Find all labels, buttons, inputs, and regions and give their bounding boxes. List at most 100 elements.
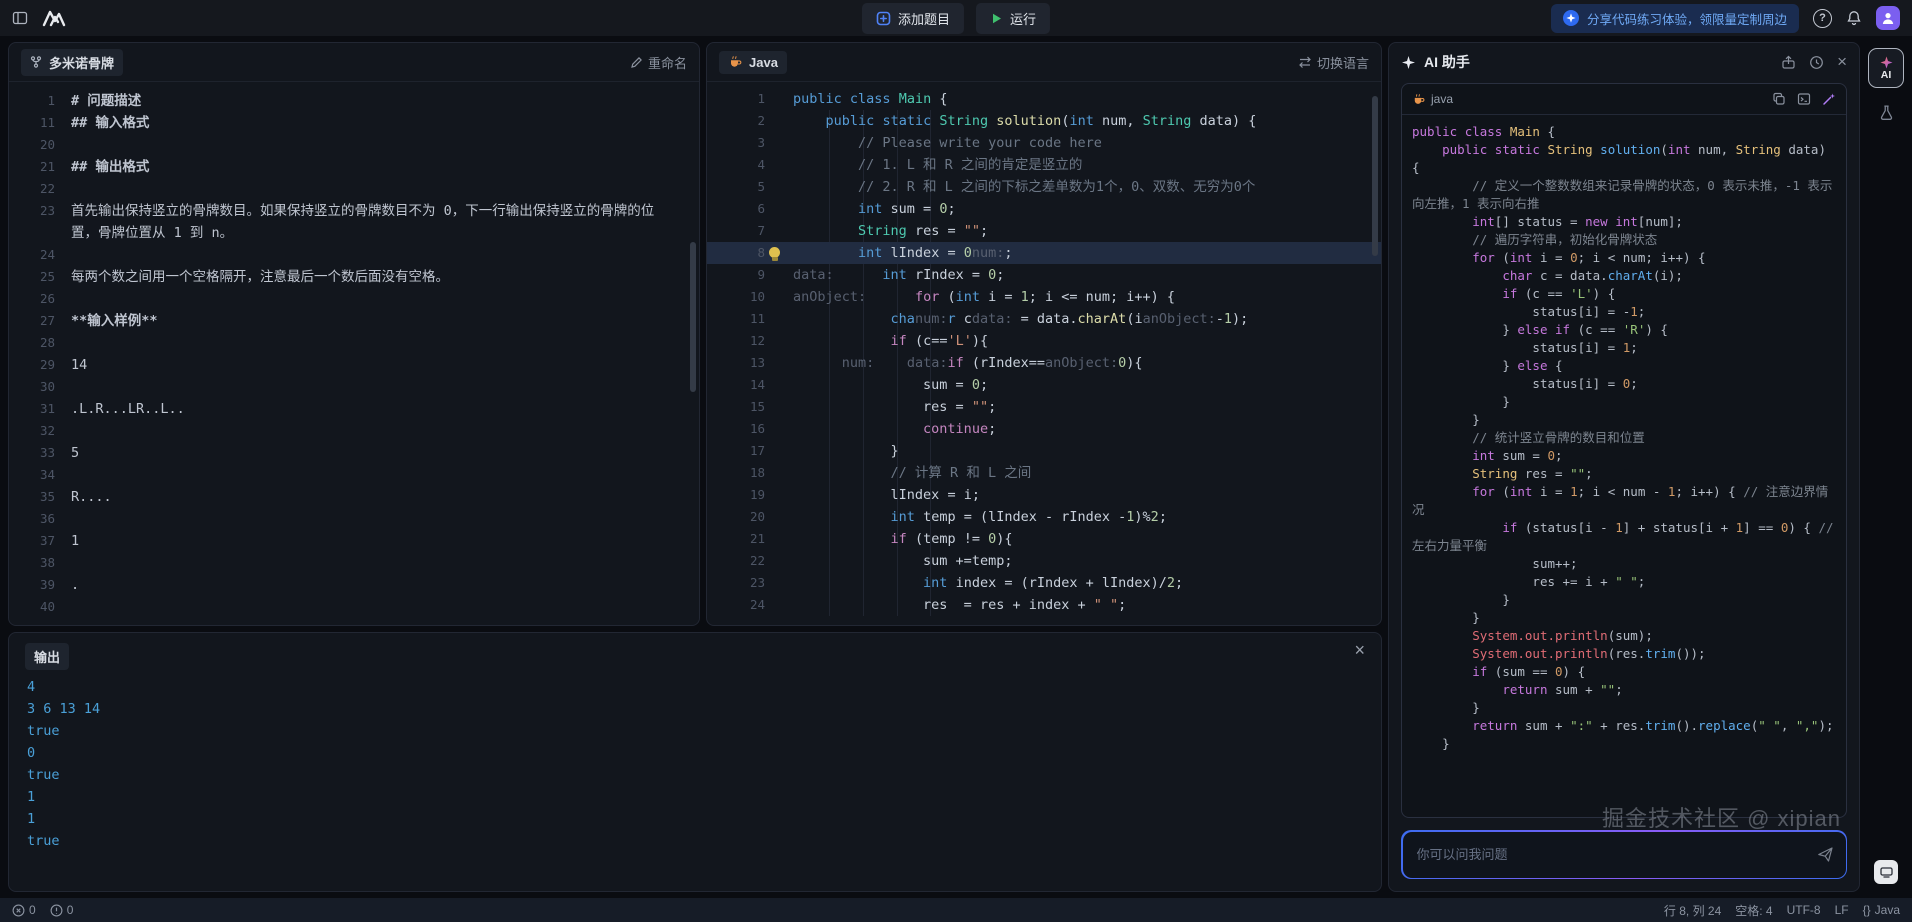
code-line[interactable]: 7 String res = ""; <box>707 220 1381 242</box>
problem-line[interactable]: 34 <box>9 464 699 486</box>
problem-line[interactable]: 38 <box>9 552 699 574</box>
magic-wand-icon[interactable] <box>1822 92 1836 106</box>
eol-setting[interactable]: LF <box>1835 903 1849 917</box>
code-line[interactable]: 3 // Please write your code here <box>707 132 1381 154</box>
code-line[interactable]: 9data: int rIndex = 0; <box>707 264 1381 286</box>
promo-banner[interactable]: 分享代码练习体验，领限量定制周边 <box>1551 4 1799 33</box>
code-line[interactable]: 22 sum +=temp; <box>707 550 1381 572</box>
problem-line[interactable]: 1# 问题描述 <box>9 90 699 112</box>
code-line[interactable]: 17 } <box>707 440 1381 462</box>
app-logo[interactable] <box>42 9 72 27</box>
problem-line[interactable]: 21## 输出格式 <box>9 156 699 178</box>
code-line[interactable]: 20 int temp = (lIndex - rIndex -1)%2; <box>707 506 1381 528</box>
lightbulb-icon[interactable] <box>769 247 780 258</box>
insert-code-icon[interactable] <box>1797 92 1811 106</box>
editor-scrollbar[interactable] <box>1372 96 1378 256</box>
problem-line[interactable]: 30 <box>9 376 699 398</box>
output-line: 4 <box>27 676 1363 698</box>
code-line[interactable]: 6 int sum = 0; <box>707 198 1381 220</box>
rename-button[interactable]: 重命名 <box>630 53 687 72</box>
code-line[interactable]: 13 num: data:if (rIndex==anObject:0){ <box>707 352 1381 374</box>
problem-line[interactable]: 24 <box>9 244 699 266</box>
help-icon[interactable]: ? <box>1813 9 1832 28</box>
problem-line[interactable]: 26 <box>9 288 699 310</box>
send-icon[interactable] <box>1817 846 1834 863</box>
problem-line[interactable]: 32 <box>9 420 699 442</box>
code-line[interactable]: 18 // 计算 R 和 L 之间 <box>707 462 1381 484</box>
line-number: 10 <box>707 286 787 308</box>
output-panel: 输出 × 43 6 13 14true0true11true <box>8 632 1382 892</box>
code-line[interactable]: 1public class Main { <box>707 88 1381 110</box>
error-indicator[interactable]: 0 <box>12 903 36 917</box>
problem-line[interactable]: 40 <box>9 596 699 618</box>
problem-line[interactable]: 335 <box>9 442 699 464</box>
code-line[interactable]: 8 int lIndex = 0num:; <box>707 242 1381 264</box>
output-line: 1 <box>27 808 1363 830</box>
code-line[interactable]: 11 chanum:r cdata: = data.charAt(ianObje… <box>707 308 1381 330</box>
line-number: 24 <box>9 244 71 266</box>
language-mode[interactable]: {} Java <box>1863 903 1900 917</box>
code-line[interactable]: 24 res = res + index + " "; <box>707 594 1381 616</box>
code-line-text: sum +=temp; <box>787 550 1381 572</box>
problem-title-badge[interactable]: 多米诺骨牌 <box>21 49 123 76</box>
problem-line[interactable]: 27**输入样例** <box>9 310 699 332</box>
ai-code-line: if (c == 'L') { <box>1412 285 1836 303</box>
code-line[interactable]: 4 // 1. L 和 R 之间的肯定是竖立的 <box>707 154 1381 176</box>
problem-line[interactable]: 23首先输出保持竖立的骨牌数目。如果保持竖立的骨牌数目不为 0，下一行输出保持竖… <box>9 200 699 244</box>
problem-line-text <box>71 464 699 486</box>
problem-scrollbar[interactable] <box>690 242 696 392</box>
ai-question-input[interactable] <box>1415 846 1809 863</box>
code-line-text: int index = (rIndex + lIndex)/2; <box>787 572 1381 594</box>
problem-line[interactable]: 28 <box>9 332 699 354</box>
problem-line[interactable]: 39. <box>9 574 699 596</box>
problem-line[interactable]: 22 <box>9 178 699 200</box>
history-icon[interactable] <box>1809 55 1824 70</box>
problem-line[interactable]: 11## 输入格式 <box>9 112 699 134</box>
encoding-setting[interactable]: UTF-8 <box>1787 903 1821 917</box>
code-line[interactable]: 23 int index = (rIndex + lIndex)/2; <box>707 572 1381 594</box>
export-icon[interactable] <box>1781 55 1796 70</box>
code-line[interactable]: 10anObject: for (int i = 1; i <= num; i+… <box>707 286 1381 308</box>
rename-label: 重命名 <box>648 53 687 72</box>
problem-line-text: .L.R...LR..L.. <box>71 398 699 420</box>
experiment-icon[interactable] <box>1878 104 1895 121</box>
bell-icon[interactable] <box>1846 10 1862 26</box>
switch-arrows-icon <box>1298 56 1312 69</box>
add-problem-button[interactable]: 添加题目 <box>862 3 964 34</box>
output-close-icon[interactable]: × <box>1354 643 1365 657</box>
code-line[interactable]: 2 public static String solution(int num,… <box>707 110 1381 132</box>
copy-icon[interactable] <box>1772 92 1786 106</box>
switch-language-button[interactable]: 切换语言 <box>1298 53 1369 72</box>
problem-line[interactable]: 20 <box>9 134 699 156</box>
problem-line[interactable]: 35R.... <box>9 486 699 508</box>
language-tab[interactable]: Java <box>719 51 787 74</box>
problem-line[interactable]: 31.L.R...LR..L.. <box>9 398 699 420</box>
sidebar-toggle-icon[interactable] <box>12 10 28 26</box>
indentation-setting[interactable]: 空格: 4 <box>1735 902 1772 919</box>
code-line[interactable]: 16 continue; <box>707 418 1381 440</box>
code-line[interactable]: 19 lIndex = i; <box>707 484 1381 506</box>
code-line[interactable]: 5 // 2. R 和 L 之间的下标之差单数为1个，0、双数、无穷为0个 <box>707 176 1381 198</box>
code-line[interactable]: 14 sum = 0; <box>707 374 1381 396</box>
run-button[interactable]: 运行 <box>976 3 1050 34</box>
ai-toggle-button[interactable]: AI <box>1868 48 1904 88</box>
line-number: 6 <box>707 198 787 220</box>
problem-line[interactable]: 2914 <box>9 354 699 376</box>
code-editor[interactable]: 1public class Main {2 public static Stri… <box>707 82 1381 625</box>
ai-close-icon[interactable]: × <box>1837 52 1847 72</box>
code-line[interactable]: 21 if (temp != 0){ <box>707 528 1381 550</box>
ai-code-line: char c = data.charAt(i); <box>1412 267 1836 285</box>
warning-indicator[interactable]: 0 <box>50 903 74 917</box>
cursor-position[interactable]: 行 8, 列 24 <box>1664 902 1721 919</box>
chat-float-button[interactable] <box>1874 860 1898 884</box>
code-line[interactable]: 15 res = ""; <box>707 396 1381 418</box>
ai-code-line: return sum + ""; <box>1412 681 1836 699</box>
problem-line[interactable]: 36 <box>9 508 699 530</box>
problem-line[interactable]: 25每两个数之间用一个空格隔开，注意最后一个数后面没有空格。 <box>9 266 699 288</box>
code-line[interactable]: 12 if (c=='L'){ <box>707 330 1381 352</box>
avatar[interactable] <box>1876 6 1900 30</box>
problem-line-text <box>71 134 699 156</box>
problem-line[interactable]: 371 <box>9 530 699 552</box>
problem-editor[interactable]: 1# 问题描述11## 输入格式2021## 输出格式2223首先输出保持竖立的… <box>9 82 699 625</box>
line-number: 20 <box>9 134 71 156</box>
